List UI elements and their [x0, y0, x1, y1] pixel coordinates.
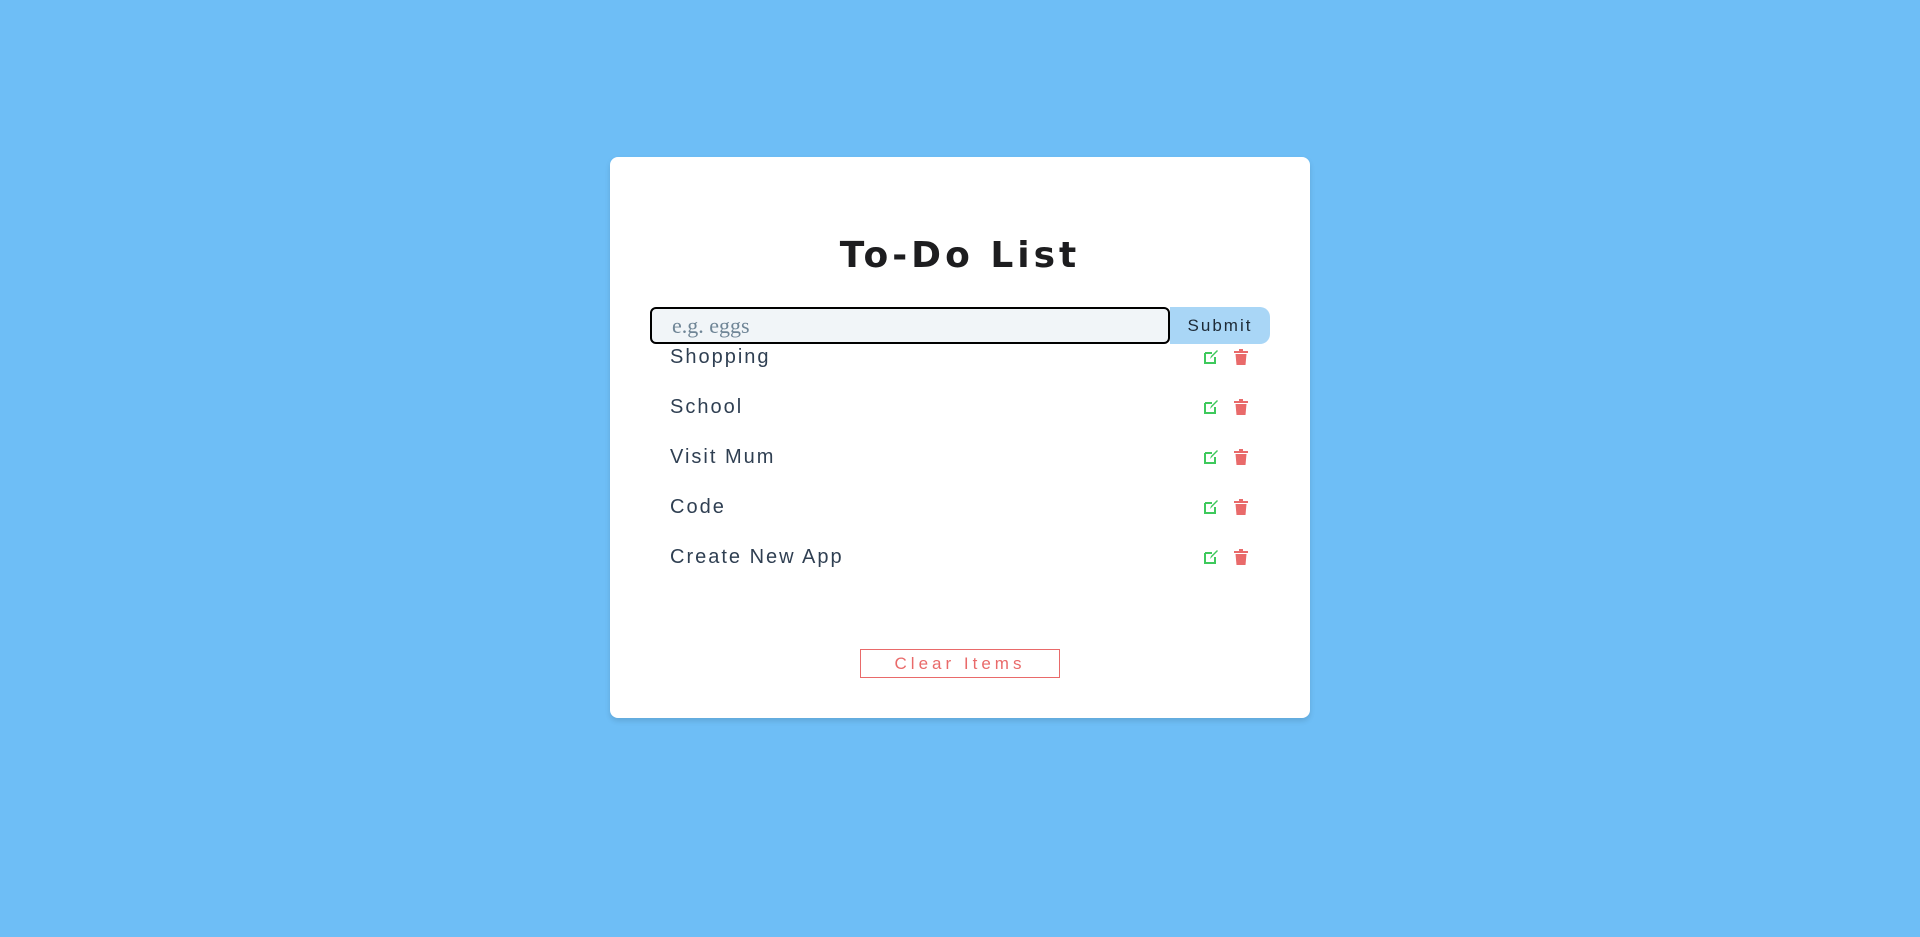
edit-icon[interactable] — [1202, 498, 1220, 516]
item-actions — [1202, 348, 1250, 366]
list-item: School — [670, 392, 1250, 422]
edit-icon[interactable] — [1202, 348, 1220, 366]
trash-icon[interactable] — [1232, 548, 1250, 566]
submit-button[interactable]: Submit — [1170, 307, 1270, 344]
item-actions — [1202, 498, 1250, 516]
todo-input[interactable] — [650, 307, 1170, 344]
todo-card: To-Do List Submit Shopping School Visit … — [610, 157, 1310, 718]
item-label: School — [670, 395, 744, 418]
item-label: Shopping — [670, 345, 771, 368]
list-item: Create New App — [670, 542, 1250, 572]
trash-icon[interactable] — [1232, 398, 1250, 416]
edit-icon[interactable] — [1202, 448, 1220, 466]
item-actions — [1202, 398, 1250, 416]
item-label: Code — [670, 495, 726, 518]
list-item: Visit Mum — [670, 442, 1250, 472]
list-item: Shopping — [670, 342, 1250, 372]
clear-items-button[interactable]: Clear Items — [860, 649, 1060, 678]
edit-icon[interactable] — [1202, 398, 1220, 416]
item-label: Create New App — [670, 545, 844, 568]
item-label: Visit Mum — [670, 445, 776, 468]
trash-icon[interactable] — [1232, 498, 1250, 516]
item-actions — [1202, 448, 1250, 466]
page-title: To-Do List — [839, 235, 1081, 276]
todo-form: Submit — [650, 307, 1270, 344]
trash-icon[interactable] — [1232, 448, 1250, 466]
item-actions — [1202, 548, 1250, 566]
list-item: Code — [670, 492, 1250, 522]
trash-icon[interactable] — [1232, 348, 1250, 366]
edit-icon[interactable] — [1202, 548, 1220, 566]
